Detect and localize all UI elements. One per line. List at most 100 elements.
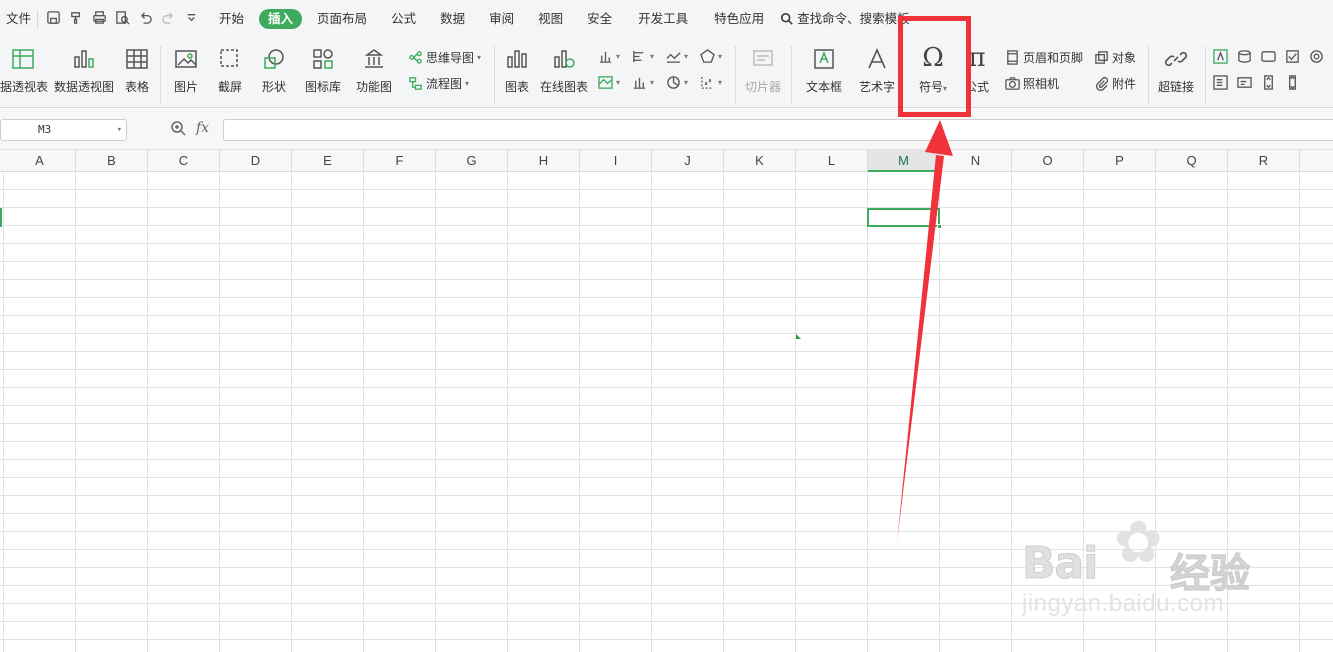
column-header[interactable]: D [220,150,292,172]
radar-chart-button[interactable]: ▾ [700,49,722,64]
column-header[interactable]: B [76,150,148,172]
column-header[interactable]: K [724,150,796,172]
attachment-button[interactable]: 附件 [1094,75,1136,92]
shapes-icon [264,49,284,69]
fx-icon[interactable]: fx [196,120,209,136]
chart-button[interactable]: 图表 [501,47,533,95]
column-header[interactable]: H [508,150,580,172]
column-header[interactable]: J [652,150,724,172]
save-icon[interactable] [46,10,61,28]
column-gridline [435,172,436,652]
tab-page-layout[interactable]: 页面布局 [305,0,379,38]
tab-special[interactable]: 特色应用 [702,0,776,38]
fill-handle[interactable] [937,224,942,229]
button-control-icon[interactable] [1261,49,1276,64]
column-gridline [219,172,220,652]
tab-home[interactable]: 开始 [207,0,256,38]
icon-library-icon [313,49,333,69]
column-header[interactable]: I [580,150,652,172]
column-header[interactable]: L [796,150,868,172]
column-header[interactable]: F [364,150,436,172]
object-icon [1095,51,1108,64]
tab-data[interactable]: 数据 [428,0,477,38]
tab-security[interactable]: 安全 [575,0,624,38]
tab-developer[interactable]: 开发工具 [624,0,702,38]
area-chart-button[interactable]: ▾ [598,75,620,90]
dropdown-arrow-icon: ▾ [718,52,723,61]
pivot-table-label: 据透视表 [0,80,49,94]
scrollbar-control-icon[interactable] [1285,75,1300,90]
label-control-icon[interactable] [1213,49,1228,64]
textbox-button[interactable]: 文本框 [800,47,848,95]
scatter-chart-button[interactable]: ▾ [700,75,722,90]
hyperlink-button[interactable]: 超链接 [1155,47,1197,95]
formula-input[interactable] [223,119,1333,141]
flowchart-button[interactable]: 流程图 ▾ [408,75,469,92]
mindmap-button[interactable]: 思维导图 ▾ [408,49,481,66]
print-icon[interactable] [92,10,107,28]
chevron-down-icon[interactable] [184,10,199,28]
column-header[interactable]: Q [1156,150,1228,172]
chevron-down-icon[interactable]: ▾ [117,120,122,140]
screenshot-button[interactable]: 截屏 [212,47,248,95]
redo-icon[interactable] [161,10,176,28]
selected-cell[interactable] [867,208,942,229]
mindmap-label: 思维导图 [426,51,475,65]
pivot-chart-button[interactable]: 数据透视图 [53,47,115,95]
file-menu[interactable]: 文件 [0,0,37,38]
wordart-button[interactable]: 艺术字 [857,47,897,95]
icon-library-button[interactable]: 图标库 [303,47,343,95]
tab-insert[interactable]: 插入 [259,9,303,29]
zoom-icon[interactable] [170,120,186,136]
column-header[interactable]: C [148,150,220,172]
picture-button[interactable]: 图片 [168,47,204,95]
undo-icon[interactable] [138,10,153,28]
stock-chart-button[interactable]: ▾ [632,75,654,90]
menu-bar: 文件 开始 插入 页面布局 公式 数据 审阅 视图 安全 开发工具 特色应用 查… [0,0,1333,38]
header-footer-button[interactable]: 页眉和页脚 [1005,49,1083,66]
column-header[interactable]: N [940,150,1012,172]
line-chart-button[interactable]: ▾ [666,49,688,64]
wordart-icon [868,48,886,69]
column-chart-button[interactable]: ▾ [598,49,620,64]
form-controls-row1 [1213,49,1324,64]
format-painter-icon[interactable] [69,10,84,28]
search-icon [781,12,793,25]
shapes-button[interactable]: 形状 [256,47,292,95]
camera-button[interactable]: 照相机 [1005,75,1059,92]
print-preview-icon[interactable] [115,10,130,28]
column-header[interactable]: M [868,150,940,172]
column-header[interactable]: P [1084,150,1156,172]
name-box[interactable]: M3 ▾ [0,119,127,141]
column-header[interactable]: G [436,150,508,172]
tab-formulas[interactable]: 公式 [379,0,428,38]
tab-view[interactable]: 视图 [526,0,575,38]
listbox-control-icon[interactable] [1213,75,1228,90]
active-row-indicator [0,208,2,227]
pie-chart-button[interactable]: ▾ [666,75,688,90]
attachment-label: 附件 [1112,77,1137,91]
tab-review[interactable]: 审阅 [477,0,526,38]
table-button[interactable]: 表格 [122,47,152,95]
search-command[interactable]: 查找命令、搜索模板 [776,0,914,38]
column-header[interactable]: O [1012,150,1084,172]
checkbox-control-icon[interactable] [1285,49,1300,64]
line-chart-icon [666,52,681,63]
table-label: 表格 [124,80,149,94]
combobox-control-icon[interactable] [1237,75,1252,90]
slicer-button[interactable]: 切片器 [742,47,784,95]
column-header[interactable]: R [1228,150,1300,172]
table-icon [126,49,148,69]
function-chart-button[interactable]: 功能图 [350,47,398,95]
column-header[interactable]: E [292,150,364,172]
pivot-table-button[interactable]: 据透视表 [0,47,49,95]
cylinder-control-icon[interactable] [1237,49,1252,64]
column-header[interactable]: A [4,150,76,172]
object-button[interactable]: 对象 [1094,49,1136,66]
bar-chart-button[interactable]: ▾ [632,49,654,64]
radio-control-icon[interactable] [1309,49,1324,64]
online-chart-button[interactable]: 在线图表 [538,47,590,95]
pivot-chart-icon [74,50,94,68]
spin-control-icon[interactable] [1261,75,1276,90]
radar-chart-icon [700,49,715,63]
